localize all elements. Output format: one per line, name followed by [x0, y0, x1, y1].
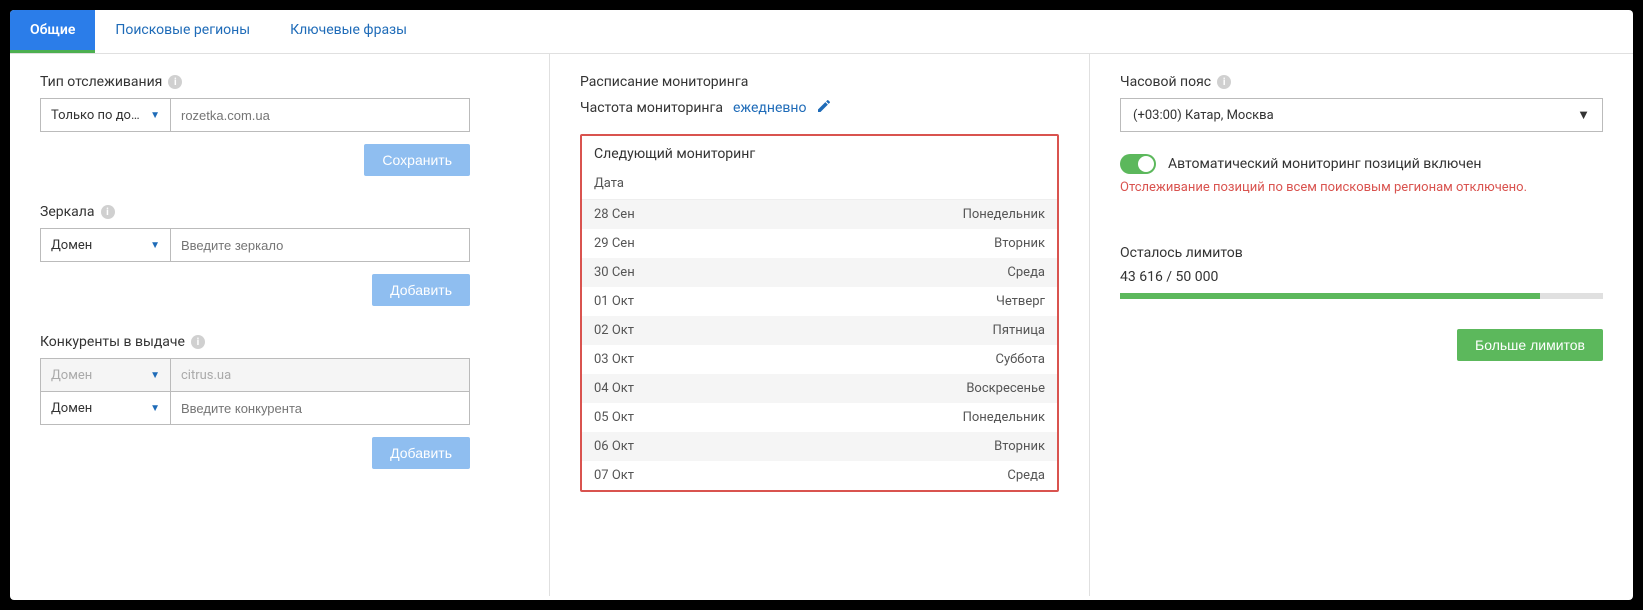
- row-date: 30 Сен: [594, 265, 635, 280]
- auto-monitor-label: Автоматический мониторинг позиций включе…: [1168, 156, 1481, 172]
- caret-down-icon: ▼: [150, 403, 160, 414]
- row-date: 29 Сен: [594, 236, 635, 251]
- schedule-title: Расписание мониторинга: [580, 74, 1059, 90]
- tracking-type-label: Тип отслеживания i: [40, 74, 519, 90]
- timezone-label: Часовой пояс i: [1120, 74, 1603, 90]
- monitor-warning: Отслеживание позиций по всем поисковым р…: [1120, 180, 1603, 195]
- caret-down-icon: ▼: [1577, 107, 1590, 123]
- table-row: 05 Окт Понедельник: [582, 403, 1057, 432]
- timezone-select[interactable]: (+03:00) Катар, Москва ▼: [1120, 98, 1603, 132]
- mirrors-label: Зеркала i: [40, 204, 519, 220]
- row-date: 03 Окт: [594, 352, 634, 367]
- caret-down-icon: ▼: [150, 110, 160, 121]
- row-day: Суббота: [996, 352, 1046, 367]
- row-date: 28 Сен: [594, 207, 635, 222]
- freq-label: Частота мониторинга: [580, 100, 723, 116]
- table-row: 06 Окт Вторник: [582, 432, 1057, 461]
- row-day: Среда: [1007, 468, 1045, 483]
- table-row: 03 Окт Суббота: [582, 345, 1057, 374]
- row-date: 04 Окт: [594, 381, 634, 396]
- table-row: 01 Окт Четверг: [582, 287, 1057, 316]
- competitor-input-2[interactable]: [170, 391, 470, 425]
- table-row: 02 Окт Пятница: [582, 316, 1057, 345]
- more-limits-button[interactable]: Больше лимитов: [1457, 329, 1603, 361]
- date-column-header: Дата: [582, 168, 1057, 200]
- tracking-type-select[interactable]: Только по до… ▼: [40, 98, 170, 132]
- save-button[interactable]: Сохранить: [364, 144, 470, 176]
- table-row: 29 Сен Вторник: [582, 229, 1057, 258]
- row-day: Четверг: [996, 294, 1045, 309]
- add-competitor-button[interactable]: Добавить: [372, 437, 470, 469]
- limits-label: Осталось лимитов: [1120, 245, 1603, 261]
- caret-down-icon: ▼: [150, 240, 160, 251]
- info-icon: i: [101, 205, 115, 219]
- edit-icon[interactable]: [816, 98, 832, 118]
- row-day: Среда: [1007, 265, 1045, 280]
- row-date: 06 Окт: [594, 439, 634, 454]
- limits-value: 43 616 / 50 000: [1120, 269, 1603, 285]
- row-date: 01 Окт: [594, 294, 634, 309]
- info-icon: i: [191, 335, 205, 349]
- next-monitoring-title: Следующий мониторинг: [582, 136, 1057, 168]
- tab-keywords[interactable]: Ключевые фразы: [270, 10, 427, 53]
- mirror-input[interactable]: [170, 228, 470, 262]
- freq-value[interactable]: ежедневно: [733, 100, 806, 116]
- competitor-type-select-1: Домен ▼: [40, 358, 170, 392]
- tab-regions[interactable]: Поисковые регионы: [95, 10, 270, 53]
- row-date: 02 Окт: [594, 323, 634, 338]
- row-date: 07 Окт: [594, 468, 634, 483]
- info-icon: i: [168, 75, 182, 89]
- table-row: 04 Окт Воскресенье: [582, 374, 1057, 403]
- row-day: Вторник: [994, 439, 1045, 454]
- row-day: Воскресенье: [966, 381, 1045, 396]
- table-row: 07 Окт Среда: [582, 461, 1057, 490]
- mirror-type-select[interactable]: Домен ▼: [40, 228, 170, 262]
- competitor-type-select-2[interactable]: Домен ▼: [40, 391, 170, 425]
- tracking-domain-input[interactable]: [170, 98, 470, 132]
- row-day: Вторник: [994, 236, 1045, 251]
- competitor-value-1: citrus.ua: [170, 358, 470, 392]
- row-day: Понедельник: [963, 207, 1045, 222]
- next-monitoring-box: Следующий мониторинг Дата 28 Сен Понедель…: [580, 134, 1059, 492]
- tabs: Общие Поисковые регионы Ключевые фразы: [10, 10, 1633, 54]
- limits-progress: [1120, 293, 1603, 299]
- info-icon: i: [1217, 75, 1231, 89]
- row-day: Пятница: [993, 323, 1045, 338]
- row-day: Понедельник: [963, 410, 1045, 425]
- table-row: 30 Сен Среда: [582, 258, 1057, 287]
- competitors-label: Конкуренты в выдаче i: [40, 334, 519, 350]
- row-date: 05 Окт: [594, 410, 634, 425]
- table-row: 28 Сен Понедельник: [582, 200, 1057, 229]
- tab-general[interactable]: Общие: [10, 10, 95, 53]
- caret-down-icon: ▼: [150, 370, 160, 381]
- auto-monitor-toggle[interactable]: [1120, 154, 1156, 174]
- add-mirror-button[interactable]: Добавить: [372, 274, 470, 306]
